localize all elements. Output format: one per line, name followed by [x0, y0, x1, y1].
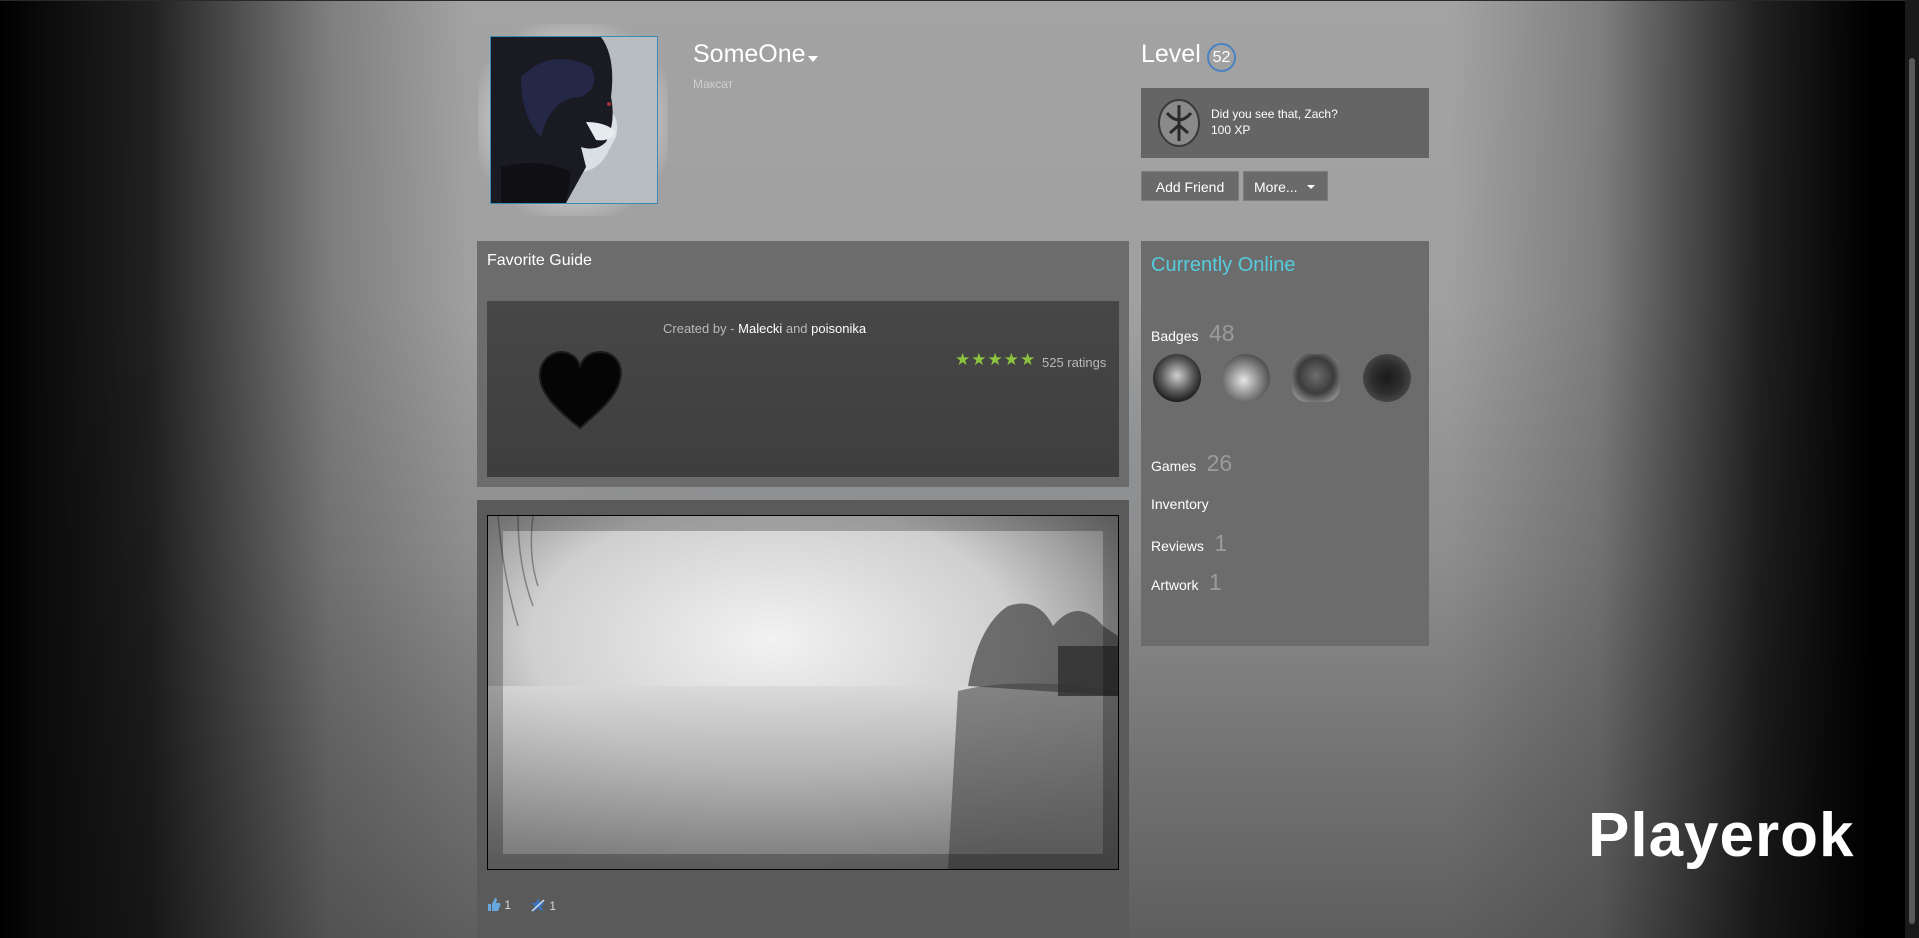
- featured-badge[interactable]: Did you see that, Zach? 100 XP: [1141, 88, 1429, 158]
- inventory-label: Inventory: [1151, 496, 1209, 512]
- created-by-label: Created by -: [663, 321, 739, 336]
- author-link-malecki[interactable]: Malecki: [738, 321, 782, 336]
- rating-stars-icon: ★★★★★: [955, 350, 1037, 369]
- likes-count: 1: [504, 898, 512, 912]
- persona-name: SomeOne: [693, 40, 806, 68]
- and-label: and: [782, 321, 812, 336]
- artwork-count: 1: [1208, 569, 1222, 595]
- inventory-link[interactable]: Inventory: [1151, 496, 1209, 514]
- thumbs-up-icon: [488, 898, 501, 911]
- badge-rune-icon: [1158, 99, 1200, 147]
- badges-label: Badges: [1151, 328, 1199, 344]
- online-status: Currently Online: [1151, 254, 1296, 276]
- level-label: Level: [1141, 40, 1201, 68]
- awards-count: 1: [549, 899, 557, 913]
- badges-link[interactable]: Badges 48: [1151, 320, 1235, 347]
- reviews-count: 1: [1214, 530, 1228, 556]
- real-name: Максат: [693, 77, 734, 91]
- more-button[interactable]: More...: [1243, 171, 1328, 201]
- featured-badge-xp: 100 XP: [1211, 123, 1251, 137]
- scrollbar-thumb[interactable]: [1909, 58, 1915, 924]
- badge-mask-icon[interactable]: [1363, 354, 1411, 402]
- badge-fish-icon[interactable]: [1222, 354, 1270, 402]
- screenshot-likes[interactable]: 1: [487, 898, 511, 912]
- author-link-poisonika[interactable]: poisonika: [811, 321, 866, 336]
- scrollbar[interactable]: [1905, 0, 1919, 938]
- level-badge[interactable]: 52: [1207, 43, 1236, 72]
- heart-icon: [538, 350, 622, 430]
- screenshot-image[interactable]: [487, 515, 1119, 870]
- avatar[interactable]: [490, 36, 658, 204]
- reviews-label: Reviews: [1151, 538, 1204, 554]
- ratings-count: 525 ratings: [1042, 355, 1107, 370]
- artwork-link[interactable]: Artwork 1: [1151, 569, 1222, 596]
- featured-badge-title: Did you see that, Zach?: [1211, 107, 1338, 121]
- artwork-label: Artwork: [1151, 577, 1199, 593]
- watermark: Playerok: [1588, 801, 1855, 870]
- games-label: Games: [1151, 458, 1197, 474]
- reviews-link[interactable]: Reviews 1: [1151, 530, 1227, 557]
- badge-dragon-icon[interactable]: [1292, 354, 1340, 402]
- avatar-portrait-icon: [491, 37, 657, 203]
- favorite-guide-heading: Favorite Guide: [487, 252, 592, 269]
- chevron-down-icon: [1307, 185, 1315, 189]
- guide-authors: Created by - Malecki and poisonika: [663, 321, 866, 336]
- top-border: [0, 0, 1919, 1]
- games-link[interactable]: Games 26: [1151, 450, 1232, 477]
- badge-skull-icon[interactable]: [1153, 354, 1201, 402]
- name-history-dropdown-icon[interactable]: [808, 56, 818, 62]
- more-button-label: More...: [1254, 179, 1298, 195]
- games-count: 26: [1206, 450, 1233, 476]
- award-icon: [531, 898, 545, 912]
- badges-count: 48: [1208, 320, 1235, 346]
- screenshot-awards[interactable]: 1: [530, 898, 556, 913]
- foggy-lake-image: [488, 516, 1118, 869]
- add-friend-button[interactable]: Add Friend: [1141, 171, 1239, 201]
